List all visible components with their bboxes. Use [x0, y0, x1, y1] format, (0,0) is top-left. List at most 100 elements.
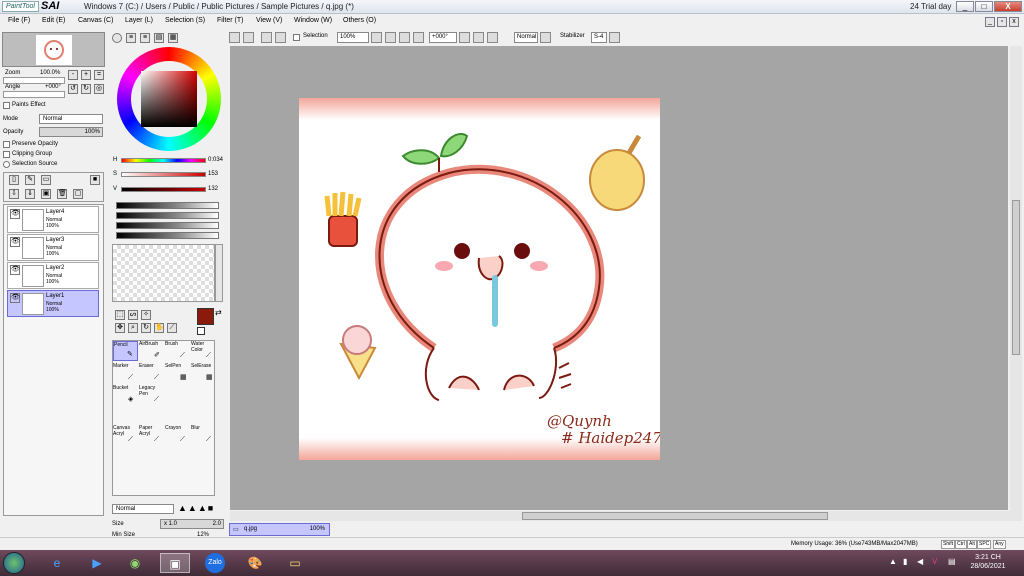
hue-slider[interactable]: [121, 158, 206, 163]
volume-icon[interactable]: ◀: [917, 557, 923, 566]
tool-canvas-acryl[interactable]: Canvas Acryl ⟋: [113, 425, 138, 445]
selection-visible-checkbox[interactable]: [293, 34, 300, 41]
gradient-bar-3[interactable]: [116, 222, 219, 229]
hand-tool-icon[interactable]: ✋: [154, 323, 164, 333]
document-tab[interactable]: ▭ q.jpg 100%: [229, 523, 330, 536]
layer-row-layer4[interactable]: 👁 Layer4 Normal 100%: [7, 206, 99, 233]
hsv-slider-tab-icon[interactable]: ≡: [140, 33, 150, 43]
visibility-eye-icon[interactable]: 👁: [10, 209, 20, 219]
new-layer-icon[interactable]: ▯: [9, 175, 19, 185]
zoom-slider[interactable]: [3, 77, 65, 84]
tool-eraser[interactable]: Eraser ⟋: [139, 363, 164, 383]
tool-selpen[interactable]: SelPen ▦: [165, 363, 190, 383]
menu-others[interactable]: Others (O): [343, 17, 376, 24]
menu-filter[interactable]: Filter (T): [217, 17, 243, 24]
swatch-tab-icon[interactable]: ▦: [168, 33, 178, 43]
paint-icon[interactable]: 🎨: [240, 553, 270, 573]
internet-explorer-icon[interactable]: e: [42, 553, 72, 573]
zoom-dropdown-icon[interactable]: [371, 32, 382, 43]
undo-icon[interactable]: [229, 32, 240, 43]
menu-layer[interactable]: Layer (L): [125, 17, 153, 24]
invert-selection-icon[interactable]: [275, 32, 286, 43]
brush-mode-select[interactable]: Normal: [112, 504, 174, 514]
layer-row-layer2[interactable]: 👁 Layer2 Normal 100%: [7, 262, 99, 289]
stabilizer-select[interactable]: S-4: [591, 32, 607, 43]
saturation-value-square[interactable]: [141, 71, 197, 127]
photo-app-icon[interactable]: ◉: [120, 553, 150, 573]
stabilizer-dropdown-icon[interactable]: [609, 32, 620, 43]
color-wheel-tab-icon[interactable]: [112, 33, 122, 43]
layer-menu-icon[interactable]: ■: [90, 175, 100, 185]
mdi-minimize-button[interactable]: _: [985, 17, 995, 27]
menu-edit[interactable]: Edit (E): [42, 17, 65, 24]
menu-window[interactable]: Window (W): [294, 17, 332, 24]
tool-selerase[interactable]: SelErase ▦: [191, 363, 216, 383]
rotate-tool-icon[interactable]: ↻: [141, 323, 151, 333]
network-icon[interactable]: ▮: [903, 557, 907, 566]
rotate-right-button[interactable]: ↻: [81, 84, 91, 94]
transfer-down-icon[interactable]: ⇩: [9, 189, 19, 199]
tool-watercolor[interactable]: Water Color ⟋: [191, 341, 216, 361]
angle-slider[interactable]: [3, 91, 65, 98]
tool-pencil[interactable]: Pencil ✎: [113, 341, 138, 361]
size-slider[interactable]: x 1.0 2.0: [160, 519, 224, 529]
zoom-plus-icon[interactable]: [399, 32, 410, 43]
close-button[interactable]: X: [994, 1, 1022, 12]
tool-crayon[interactable]: Crayon ⟋: [165, 425, 190, 445]
angle-field[interactable]: +000°: [429, 32, 457, 43]
delete-layer-icon[interactable]: 🗑: [57, 189, 67, 199]
zoom-out-button[interactable]: -: [68, 70, 78, 80]
primary-color-swatch[interactable]: [197, 308, 214, 325]
clear-layer-icon[interactable]: ▣: [41, 189, 51, 199]
menu-view[interactable]: View (V): [256, 17, 282, 24]
copy-layer-icon[interactable]: ▢: [73, 189, 83, 199]
zoom-field[interactable]: 100%: [337, 32, 369, 43]
visibility-eye-icon[interactable]: 👁: [10, 237, 20, 247]
secondary-color-swatch[interactable]: [197, 327, 205, 335]
rotate-reset-icon[interactable]: [487, 32, 498, 43]
value-slider[interactable]: [121, 187, 206, 192]
view-mode-field[interactable]: Normal: [514, 32, 538, 43]
selection-source-radio[interactable]: [3, 161, 10, 168]
zoom-tool-icon[interactable]: ⌕: [128, 323, 138, 333]
zoom-in-button[interactable]: +: [81, 70, 91, 80]
vertical-scroll-thumb[interactable]: [1012, 200, 1020, 355]
clipping-group-checkbox[interactable]: [3, 151, 10, 158]
zalo-icon[interactable]: Zalo: [205, 553, 225, 573]
tool-legacy-pen[interactable]: Legacy Pen ⟋: [139, 385, 164, 405]
rect-select-icon[interactable]: ⬚: [115, 310, 125, 320]
zoom-app-icon[interactable]: ▶: [82, 553, 112, 573]
rgb-slider-tab-icon[interactable]: ≡: [126, 33, 136, 43]
preserve-opacity-checkbox[interactable]: [3, 141, 10, 148]
maximize-button[interactable]: □: [975, 1, 993, 12]
merge-down-icon[interactable]: ⇓: [25, 189, 35, 199]
language-icon[interactable]: ▤: [948, 557, 956, 566]
zoom-fit-icon[interactable]: [413, 32, 424, 43]
mixer-tab-icon[interactable]: ▤: [154, 33, 164, 43]
zoom-reset-button[interactable]: =: [94, 70, 104, 80]
mdi-close-button[interactable]: x: [1009, 17, 1019, 27]
tool-paper-acryl[interactable]: Paper Acryl ⟋: [139, 425, 164, 445]
color-wheel[interactable]: [117, 47, 221, 151]
eyedropper-icon[interactable]: ⟋: [167, 323, 177, 333]
move-icon[interactable]: ✥: [115, 323, 125, 333]
start-button[interactable]: [3, 552, 25, 574]
paper-effect-expand[interactable]: [3, 102, 10, 109]
vivaldi-icon[interactable]: V: [932, 557, 937, 566]
swap-colors-icon[interactable]: ⇄: [215, 308, 222, 317]
file-explorer-icon[interactable]: ▭: [280, 553, 310, 573]
layer-row-layer3[interactable]: 👁 Layer3 Normal 100%: [7, 234, 99, 261]
deselect-icon[interactable]: [261, 32, 272, 43]
rotate-cw-icon[interactable]: [473, 32, 484, 43]
rotate-reset-button[interactable]: ◎: [94, 84, 104, 94]
menu-selection[interactable]: Selection (S): [165, 17, 205, 24]
tool-bucket[interactable]: Bucket ◈: [113, 385, 138, 405]
layer-mode-select[interactable]: Normal: [39, 114, 103, 124]
minimize-button[interactable]: _: [956, 1, 974, 12]
painttool-sai-icon[interactable]: ▣: [160, 553, 190, 573]
gradient-bar-4[interactable]: [116, 232, 219, 239]
rotate-ccw-icon[interactable]: [459, 32, 470, 43]
tray-expand-icon[interactable]: ▲: [889, 557, 897, 566]
visibility-eye-icon[interactable]: 👁: [10, 293, 20, 303]
new-folder-icon[interactable]: ▭: [41, 175, 51, 185]
